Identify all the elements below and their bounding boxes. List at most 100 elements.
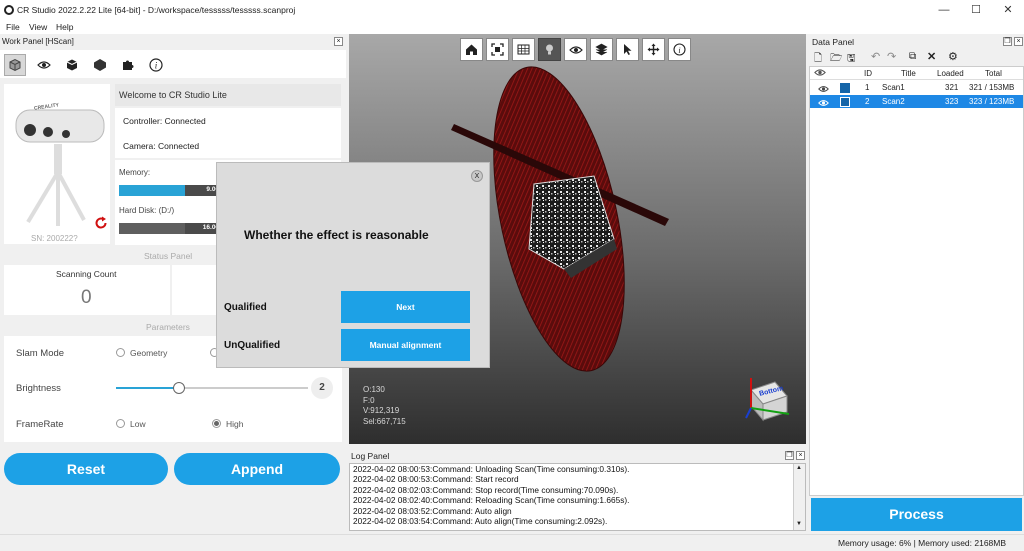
row-total: 323 / 123MB (969, 97, 1015, 106)
framerate-low-radio[interactable] (116, 419, 125, 428)
delete-icon[interactable]: ✕ (927, 50, 936, 63)
qualified-label: Qualified (224, 302, 267, 313)
status-bar: Memory usage: 6% | Memory used: 2168MB (0, 534, 1024, 551)
framerate-low-label: Low (130, 419, 146, 429)
manual-alignment-button[interactable]: Manual alignment (341, 329, 470, 361)
data-panel-header: Data Panel ❐ × (809, 36, 1024, 48)
fit-view-icon[interactable] (486, 38, 509, 61)
settings-gear-icon[interactable]: ⚙ (948, 50, 958, 63)
log-float-icon[interactable]: ❐ (785, 451, 794, 460)
refresh-icon[interactable] (94, 216, 108, 232)
log-line: 2022-04-02 08:03:52:Command: Auto align (353, 505, 512, 516)
data-toolbar: 🗋 🗁 🖫 ↶ ↷ ⧉ ✕ ⚙ (809, 49, 1024, 65)
col-id[interactable]: ID (864, 69, 872, 78)
dialog-question: Whether the effect is reasonable (244, 228, 429, 242)
app-icon (4, 5, 14, 15)
menu-file[interactable]: File (6, 22, 20, 32)
slam-mode-label: Slam Mode (16, 348, 65, 359)
framerate-high-radio[interactable] (212, 419, 221, 428)
scroll-up-icon[interactable]: ▲ (796, 465, 802, 471)
dialog-close-button[interactable]: X (471, 170, 483, 182)
col-loaded[interactable]: Loaded (937, 69, 964, 78)
log-line: 2022-04-02 08:00:53:Command: Unloading S… (353, 464, 630, 474)
next-button[interactable]: Next (341, 291, 470, 323)
brightness-slider[interactable] (116, 382, 308, 394)
serial-number: SN: 200222? (31, 234, 78, 243)
box-edit-icon[interactable] (61, 54, 83, 76)
disk-label: Hard Disk: (D:/) (119, 206, 175, 215)
data-panel-title: Data Panel (812, 37, 855, 47)
work-panel-close-icon[interactable]: × (334, 37, 343, 46)
layers-icon[interactable] (590, 38, 613, 61)
col-total[interactable]: Total (985, 69, 1002, 78)
log-line: 2022-04-02 08:00:53:Command: Start recor… (353, 474, 519, 485)
log-close-icon[interactable]: × (796, 451, 805, 460)
work-panel-title: Work Panel [HScan] (2, 37, 74, 46)
camera-status: Camera: Connected (123, 141, 200, 151)
reset-button[interactable]: Reset (4, 453, 168, 485)
copy-icon[interactable]: ⧉ (909, 51, 916, 62)
row-id: 1 (865, 83, 870, 92)
table-row-selected[interactable]: 2 Scan2 323 323 / 123MB (810, 95, 1023, 108)
data-close-icon[interactable]: × (1014, 37, 1023, 46)
log-content[interactable]: 2022-04-02 08:00:53:Command: Unloading S… (349, 463, 806, 531)
pointer-icon[interactable] (616, 38, 639, 61)
row-color-swatch[interactable] (840, 83, 850, 93)
menu-view[interactable]: View (29, 22, 47, 32)
disk-bar: 16.0GB/ (119, 223, 229, 234)
window-title: CR Studio 2022.2.22 Lite [64-bit] - D:/w… (17, 5, 296, 15)
stat-objects: O:130 (363, 385, 385, 394)
unqualified-label: UnQualified (224, 340, 281, 351)
log-scrollbar[interactable]: ▲ ▼ (793, 464, 805, 530)
log-line: 2022-04-02 08:03:54:Command: Auto align(… (353, 516, 608, 527)
home-icon[interactable] (460, 38, 483, 61)
scanner-device-image (15, 109, 105, 226)
viewport-info-icon[interactable]: i (668, 38, 691, 61)
brightness-slider-handle[interactable] (173, 382, 186, 394)
process-button[interactable]: Process (811, 498, 1022, 531)
menu-help[interactable]: Help (56, 22, 73, 32)
eye-icon[interactable] (33, 54, 55, 76)
brightness-label: Brightness (16, 383, 61, 394)
col-title[interactable]: Title (901, 69, 916, 78)
log-line: 2022-04-02 08:02:03:Command: Stop record… (353, 484, 619, 495)
scroll-down-icon[interactable]: ▼ (796, 521, 802, 527)
memory-usage-text: Memory usage: 6% | Memory used: 2168MB (838, 538, 1007, 548)
minimize-button[interactable]: — (928, 0, 960, 20)
log-line: 2022-04-02 08:02:40:Command: Reloading S… (353, 495, 630, 506)
info-icon[interactable]: i (145, 54, 167, 76)
viewport-stats: O:130 F:0 V:912,319 Sel:667,715 (363, 385, 406, 427)
svg-text:i: i (678, 46, 680, 55)
framerate-label: FrameRate (16, 419, 64, 430)
visibility-icon[interactable] (564, 38, 587, 61)
scan-cube-icon[interactable] (4, 54, 26, 76)
maximize-button[interactable]: ☐ (960, 0, 992, 20)
row-loaded: 323 (945, 97, 959, 106)
connection-status-box: Controller: Connected Camera: Connected (115, 108, 341, 158)
mesh-icon[interactable] (89, 54, 111, 76)
puzzle-icon[interactable] (117, 54, 139, 76)
title-bar: CR Studio 2022.2.22 Lite [64-bit] - D:/w… (0, 0, 1024, 20)
slam-geometry-radio[interactable] (116, 348, 125, 357)
stat-selected: Sel:667,715 (363, 416, 406, 426)
row-color-swatch[interactable] (840, 97, 850, 107)
device-card: CREALITY SN: 200222? (4, 84, 110, 244)
menu-bar: File View Help (0, 20, 1024, 34)
lightbulb-icon[interactable] (538, 38, 561, 61)
row-visible-eye-icon[interactable] (818, 98, 829, 111)
controller-status: Controller: Connected (123, 116, 206, 126)
close-window-button[interactable]: ✕ (992, 0, 1024, 20)
framerate-high-label: High (226, 419, 244, 429)
table-row[interactable]: 1 Scan1 321 321 / 153MB (810, 81, 1023, 94)
row-total: 321 / 153MB (969, 83, 1015, 92)
undo-icon[interactable]: ↶ (871, 50, 880, 63)
grid-select-icon[interactable] (512, 38, 535, 61)
redo-icon[interactable]: ↷ (887, 50, 896, 63)
effect-dialog: X Whether the effect is reasonable Quali… (216, 162, 490, 368)
orientation-cube[interactable]: Bottom (743, 374, 795, 424)
append-button[interactable]: Append (174, 453, 340, 485)
data-float-icon[interactable]: ❐ (1003, 37, 1012, 46)
move-icon[interactable] (642, 38, 665, 61)
row-loaded: 321 (945, 83, 959, 92)
memory-label: Memory: (119, 168, 151, 177)
